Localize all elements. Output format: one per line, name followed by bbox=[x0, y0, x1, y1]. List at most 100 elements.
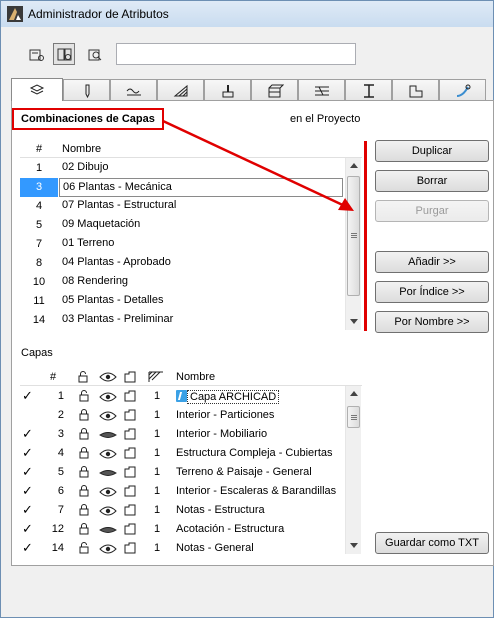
layer-row[interactable]: ✓ 3 1 Interior - Mobiliario bbox=[20, 425, 345, 444]
layer-header-name[interactable]: Nombre bbox=[176, 371, 215, 383]
intersection-group[interactable]: 1 bbox=[154, 447, 160, 459]
duplicate-button[interactable]: Duplicar bbox=[375, 140, 489, 162]
lock-icon[interactable] bbox=[77, 446, 91, 463]
intersection-group[interactable]: 1 bbox=[154, 504, 160, 516]
layers-title: Capas bbox=[21, 347, 53, 359]
save-as-txt-button[interactable]: Guardar como TXT bbox=[375, 532, 489, 554]
eye-open-icon[interactable] bbox=[99, 410, 117, 425]
archicad-layer-icon bbox=[176, 390, 187, 402]
layer-name: Notas - General bbox=[176, 542, 254, 554]
column-header-name[interactable]: Nombre bbox=[62, 143, 101, 155]
tab-mep-systems[interactable] bbox=[439, 79, 486, 100]
combination-num: 1 bbox=[35, 162, 43, 174]
eye-open-icon[interactable] bbox=[99, 505, 117, 520]
layer-row[interactable]: ✓ 1 1 Capa ARCHICAD bbox=[20, 387, 345, 406]
layer-checkmark: ✓ bbox=[22, 426, 33, 441]
intersection-group[interactable]: 1 bbox=[154, 390, 160, 402]
eye-open-icon[interactable] bbox=[99, 486, 117, 501]
intersection-group[interactable]: 1 bbox=[154, 523, 160, 535]
layer-row[interactable]: ✓ 5 1 Terreno & Paisaje - General bbox=[20, 463, 345, 482]
list-search-view-button[interactable] bbox=[53, 43, 75, 65]
title-bar[interactable]: Administrador de Atributos bbox=[1, 1, 493, 27]
unlock-icon[interactable] bbox=[77, 541, 91, 558]
add-by-index-button[interactable]: Por Índice >> bbox=[375, 281, 489, 303]
lock-header-icon[interactable] bbox=[76, 370, 90, 387]
tab-materials[interactable] bbox=[204, 79, 251, 100]
column-header-num[interactable]: # bbox=[36, 143, 42, 155]
file-icon[interactable] bbox=[123, 541, 137, 558]
layer-name: Interior - Escaleras & Barandillas bbox=[176, 485, 337, 497]
purge-button[interactable]: Purgar bbox=[375, 200, 489, 222]
layer-row[interactable]: ✓ 14 1 Notas - General bbox=[20, 539, 345, 558]
line-type-icon bbox=[111, 83, 156, 99]
tab-fills[interactable] bbox=[157, 79, 204, 100]
file-icon[interactable] bbox=[123, 503, 137, 520]
eye-open-icon[interactable] bbox=[99, 543, 117, 558]
layers-scroll-thumb[interactable] bbox=[347, 406, 360, 428]
lock-icon[interactable] bbox=[77, 408, 91, 425]
combination-row[interactable]: 14 03 Plantas - Preliminar bbox=[20, 311, 345, 330]
intersection-group-header-icon[interactable] bbox=[148, 370, 164, 387]
eye-closed-icon[interactable] bbox=[99, 467, 117, 482]
layers-list[interactable]: # Nombre ✓ 1 1 Capa ARCHICAD 2 1 Interior - Pa… bbox=[20, 368, 362, 555]
layers-scroll-up-arrow[interactable] bbox=[346, 386, 362, 402]
layer-row[interactable]: 2 1 Interior - Particiones bbox=[20, 406, 345, 425]
layer-row[interactable]: ✓ 12 1 Acotación - Estructura bbox=[20, 520, 345, 539]
unlock-icon[interactable] bbox=[77, 389, 91, 406]
eye-closed-icon[interactable] bbox=[99, 524, 117, 539]
combination-row[interactable]: 10 08 Rendering bbox=[20, 273, 345, 292]
lock-icon[interactable] bbox=[77, 484, 91, 501]
lock-icon[interactable] bbox=[77, 503, 91, 520]
add-button[interactable]: Añadir >> bbox=[375, 251, 489, 273]
intersection-group[interactable]: 1 bbox=[154, 466, 160, 478]
file-icon[interactable] bbox=[123, 427, 137, 444]
file-icon[interactable] bbox=[123, 465, 137, 482]
layer-name-archicad: Capa ARCHICAD bbox=[176, 390, 280, 404]
intersection-group[interactable]: 1 bbox=[154, 542, 160, 554]
combination-name: 04 Plantas - Aprobado bbox=[62, 256, 171, 268]
layer-header-num[interactable]: # bbox=[50, 371, 56, 383]
lock-icon[interactable] bbox=[77, 522, 91, 539]
layer-checkmark: ✓ bbox=[22, 540, 33, 555]
combination-num: 10 bbox=[32, 276, 46, 288]
window-footer bbox=[1, 567, 493, 617]
scroll-down-arrow[interactable] bbox=[346, 314, 362, 330]
intersection-group[interactable]: 1 bbox=[154, 409, 160, 421]
file-icon[interactable] bbox=[123, 408, 137, 425]
search-input[interactable] bbox=[116, 43, 356, 65]
tab-profiles[interactable] bbox=[345, 79, 392, 100]
tab-zone-categories[interactable] bbox=[392, 79, 439, 100]
tab-line-types[interactable] bbox=[110, 79, 157, 100]
lock-icon[interactable] bbox=[77, 427, 91, 444]
intersection-group[interactable]: 1 bbox=[154, 485, 160, 497]
tab-layers[interactable] bbox=[11, 78, 63, 101]
eye-closed-icon[interactable] bbox=[99, 429, 117, 444]
eye-open-icon[interactable] bbox=[99, 448, 117, 463]
search-view-button[interactable] bbox=[83, 43, 105, 65]
tab-pens[interactable] bbox=[63, 79, 110, 100]
combination-row[interactable]: 7 01 Terreno bbox=[20, 235, 345, 254]
archicad-app-icon bbox=[7, 6, 23, 22]
layer-row[interactable]: ✓ 7 1 Notas - Estructura bbox=[20, 501, 345, 520]
list-view-button[interactable] bbox=[25, 43, 47, 65]
combination-row[interactable]: 8 04 Plantas - Aprobado bbox=[20, 254, 345, 273]
tab-surfaces[interactable] bbox=[298, 79, 345, 100]
layer-row[interactable]: ✓ 6 1 Interior - Escaleras & Barandillas bbox=[20, 482, 345, 501]
layer-num: 3 bbox=[57, 428, 64, 440]
file-icon[interactable] bbox=[123, 389, 137, 406]
intersection-group[interactable]: 1 bbox=[154, 428, 160, 440]
lock-icon[interactable] bbox=[77, 465, 91, 482]
file-icon[interactable] bbox=[123, 484, 137, 501]
add-by-name-button[interactable]: Por Nombre >> bbox=[375, 311, 489, 333]
delete-button[interactable]: Borrar bbox=[375, 170, 489, 192]
file-icon[interactable] bbox=[123, 446, 137, 463]
layer-row[interactable]: ✓ 4 1 Estructura Compleja - Cubiertas bbox=[20, 444, 345, 463]
file-header-icon[interactable] bbox=[123, 370, 137, 387]
tab-composites[interactable] bbox=[251, 79, 298, 100]
combination-row[interactable]: 11 05 Plantas - Detalles bbox=[20, 292, 345, 311]
layers-scroll-down-arrow[interactable] bbox=[346, 538, 362, 554]
layers-scrollbar[interactable] bbox=[345, 386, 361, 554]
file-icon[interactable] bbox=[123, 522, 137, 539]
eye-open-icon[interactable] bbox=[99, 391, 117, 406]
visibility-header-icon[interactable] bbox=[99, 371, 117, 386]
